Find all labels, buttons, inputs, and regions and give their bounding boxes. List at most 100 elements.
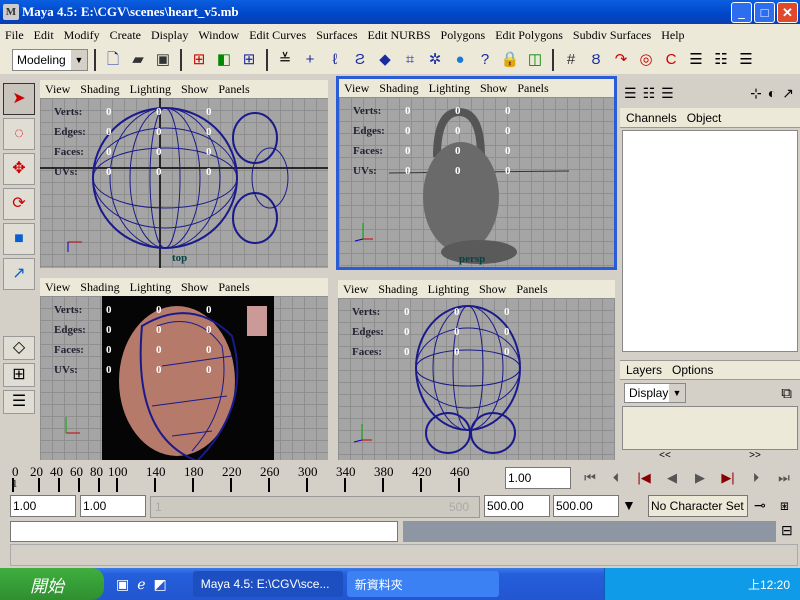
range-slider[interactable]: 1 500 <box>150 496 480 518</box>
four-view-layout-icon[interactable]: ⊞ <box>3 363 35 387</box>
rotate-tool-icon[interactable]: ⟳ <box>3 188 35 220</box>
script-editor-icon[interactable]: ⊟ <box>781 522 793 539</box>
menu-polygons[interactable]: Polygons <box>436 28 491 43</box>
vp-menu-panels[interactable]: Panels <box>213 280 254 295</box>
menu-edit-nurbs[interactable]: Edit NURBS <box>363 28 436 43</box>
options-menu[interactable]: Options <box>672 363 713 377</box>
menu-surfaces[interactable]: Surfaces <box>311 28 362 43</box>
vp-menu-view[interactable]: View <box>339 81 374 96</box>
chevron-down-icon[interactable]: ▼ <box>622 497 636 513</box>
vp-menu-show[interactable]: Show <box>176 82 213 97</box>
close-button[interactable]: ✕ <box>777 2 798 23</box>
vp-menu-shading[interactable]: Shading <box>374 81 423 96</box>
menu-window[interactable]: Window <box>193 28 244 43</box>
outliner-layout-icon[interactable]: ☰ <box>3 390 35 414</box>
tool-settings-icon[interactable]: ☷ <box>710 49 732 71</box>
move-tool-icon[interactable]: ✥ <box>3 153 35 185</box>
go-to-end-icon[interactable]: ⏭ <box>772 466 796 490</box>
vp-menu-view[interactable]: View <box>338 282 373 297</box>
object-menu[interactable]: Object <box>687 111 722 125</box>
scroll-left-button[interactable]: << <box>659 450 671 461</box>
layer-editor-icon[interactable]: ☷ <box>643 85 656 102</box>
shading-icon[interactable]: ◐ <box>768 85 776 101</box>
select-tool-icon[interactable]: ➤ <box>3 83 35 115</box>
menu-edit[interactable]: Edit <box>29 28 59 43</box>
mode-dropdown[interactable]: Modeling ▼ <box>12 49 88 71</box>
viewport-front-image[interactable]: View Shading Lighting Show Panels Verts: 0 0 0 … <box>38 276 330 462</box>
snap-grid-icon[interactable]: # <box>560 49 582 71</box>
step-back-key-icon[interactable]: |◀ <box>632 466 656 490</box>
channel-box-icon[interactable]: ☰ <box>624 85 637 102</box>
vp-menu-view[interactable]: View <box>40 280 75 295</box>
attribute-icon[interactable]: ☰ <box>661 85 674 102</box>
start-time-field[interactable]: 1.00 <box>10 495 76 517</box>
quicklaunch-desktop-icon[interactable]: ▣ <box>116 576 129 593</box>
save-icon[interactable]: ▣ <box>152 49 174 71</box>
layer-type-dropdown[interactable]: Display ▼ <box>624 383 686 403</box>
snap-curve-icon[interactable]: Ȣ <box>585 49 607 71</box>
current-frame-field[interactable]: 1.00 <box>505 467 571 489</box>
single-view-layout-icon[interactable]: ◇ <box>3 336 35 360</box>
layer-list[interactable] <box>622 406 798 450</box>
quicklaunch-app-icon[interactable]: ◩ <box>154 576 167 593</box>
vp-menu-lighting[interactable]: Lighting <box>125 82 176 97</box>
channel-list[interactable] <box>622 130 798 352</box>
highlight-icon[interactable]: ◫ <box>524 49 546 71</box>
rendering-icon[interactable]: ● <box>449 49 471 71</box>
new-layer-icon[interactable]: ⧉ <box>781 385 792 402</box>
vp-menu-lighting[interactable]: Lighting <box>423 282 474 297</box>
misc-icon[interactable]: ? <box>474 49 496 71</box>
scale-tool-icon[interactable]: ■ <box>3 223 35 255</box>
start-button[interactable]: 開始 <box>0 568 104 600</box>
play-forward-icon[interactable]: ▶ <box>688 466 712 490</box>
vp-menu-panels[interactable]: Panels <box>213 82 254 97</box>
layers-menu[interactable]: Layers <box>626 363 662 377</box>
curve-icon[interactable]: Ƨ <box>349 49 371 71</box>
end-time-field[interactable]: 500.00 <box>553 495 619 517</box>
viewport-top[interactable]: View Shading Lighting Show Panels Verts: 0 0 0 … <box>38 78 330 270</box>
play-backward-icon[interactable]: ◀ <box>660 466 684 490</box>
handle-icon[interactable]: + <box>299 49 321 71</box>
vp-menu-lighting[interactable]: Lighting <box>125 280 176 295</box>
menu-edit-curves[interactable]: Edit Curves <box>244 28 311 43</box>
step-back-icon[interactable]: ⏴ <box>604 466 628 490</box>
open-folder-icon[interactable]: ▰ <box>127 49 149 71</box>
dynamics-icon[interactable]: ✲ <box>424 49 446 71</box>
mask-icon[interactable]: ≚ <box>274 49 296 71</box>
menu-subdiv-surfaces[interactable]: Subdiv Surfaces <box>568 28 656 43</box>
make-live-icon[interactable]: C <box>660 49 682 71</box>
maximize-button[interactable]: □ <box>754 2 775 23</box>
channel-box-icon[interactable]: ☰ <box>735 49 757 71</box>
menu-edit-polygons[interactable]: Edit Polygons <box>490 28 568 43</box>
vp-menu-show[interactable]: Show <box>474 282 511 297</box>
deformer-icon[interactable]: ⌗ <box>399 49 421 71</box>
vp-menu-show[interactable]: Show <box>475 81 512 96</box>
step-forward-key-icon[interactable]: ▶| <box>716 466 740 490</box>
menu-file[interactable]: File <box>0 28 29 43</box>
new-scene-icon[interactable]: 🗋 <box>102 49 124 71</box>
vp-menu-panels[interactable]: Panels <box>511 282 552 297</box>
snap-point-icon[interactable]: ↷ <box>610 49 632 71</box>
viewport-side[interactable]: View Shading Lighting Show Panels Verts: 0 0 0 … <box>336 278 617 462</box>
playback-end-field[interactable]: 500.00 <box>484 495 550 517</box>
go-to-start-icon[interactable]: ⏮ <box>578 466 602 490</box>
vp-menu-shading[interactable]: Shading <box>373 282 422 297</box>
current-frame-marker[interactable]: 1 <box>12 478 18 490</box>
vp-menu-shading[interactable]: Shading <box>75 82 124 97</box>
select-hierarchy-icon[interactable]: ⊞ <box>188 49 210 71</box>
scroll-right-button[interactable]: >> <box>749 450 761 461</box>
joint-icon[interactable]: ℓ <box>324 49 346 71</box>
vp-menu-view[interactable]: View <box>40 82 75 97</box>
lasso-tool-icon[interactable]: ◌ <box>3 118 35 150</box>
axis-icon[interactable]: ⊹ <box>750 85 762 102</box>
key-icon[interactable]: ⊸ <box>754 497 766 514</box>
menu-create[interactable]: Create <box>105 28 146 43</box>
playback-start-field[interactable]: 1.00 <box>80 495 146 517</box>
preferences-icon[interactable]: ⧆ <box>780 497 789 514</box>
vp-menu-lighting[interactable]: Lighting <box>424 81 475 96</box>
lock-icon[interactable]: 🔒 <box>499 49 521 71</box>
snap-view-icon[interactable]: ◎ <box>635 49 657 71</box>
vp-menu-panels[interactable]: Panels <box>512 81 553 96</box>
select-object-icon[interactable]: ◧ <box>213 49 235 71</box>
character-set-field[interactable]: No Character Set <box>648 495 748 517</box>
